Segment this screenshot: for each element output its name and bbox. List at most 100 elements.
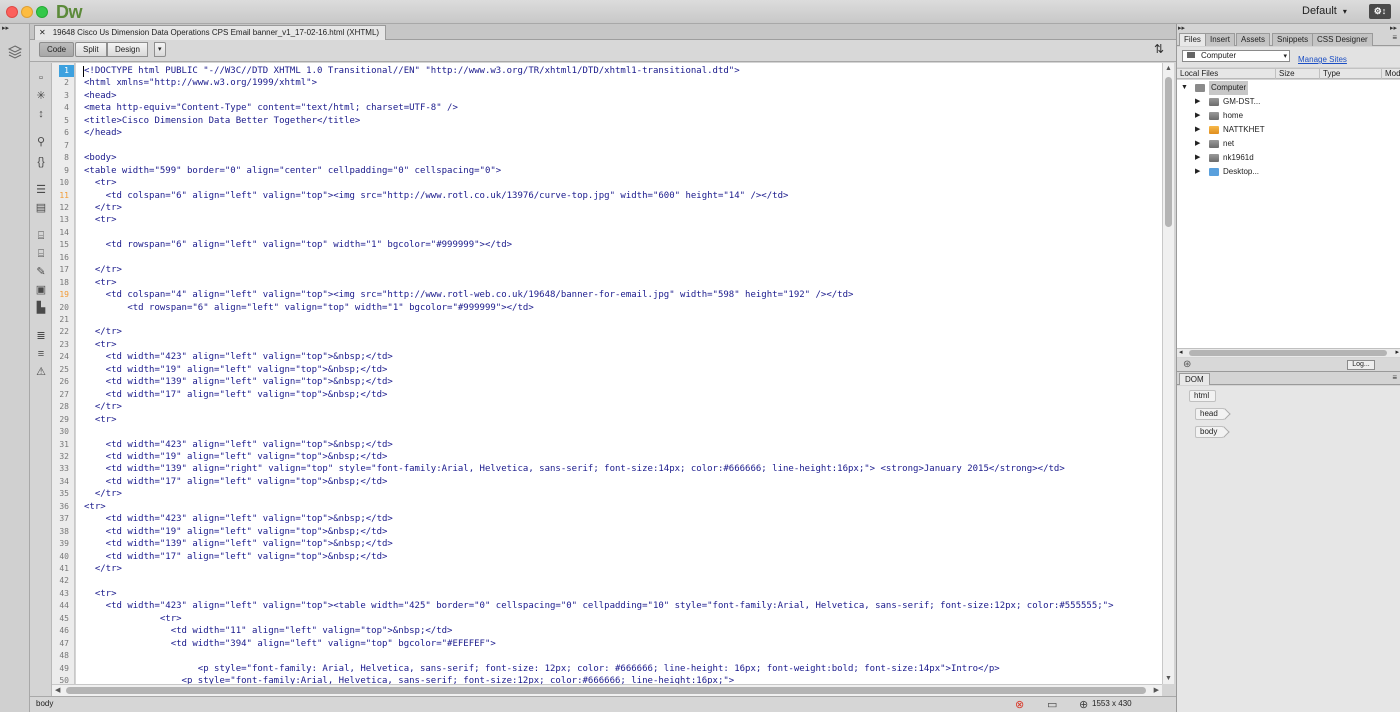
- indent-code-icon[interactable]: ≣: [34, 329, 48, 343]
- column-header[interactable]: Size: [1275, 69, 1295, 79]
- column-header[interactable]: Local Files: [1177, 69, 1218, 79]
- scroll-thumb[interactable]: [66, 687, 1146, 694]
- line-number: 29: [59, 414, 69, 424]
- code-view-button[interactable]: Code: [39, 42, 75, 57]
- scroll-thumb[interactable]: [1189, 350, 1387, 356]
- scroll-right-icon[interactable]: ▸: [1395, 348, 1399, 356]
- file-tree-item[interactable]: ▶ home: [1177, 109, 1400, 123]
- split-view-button[interactable]: Split: [75, 42, 107, 57]
- format-source-icon[interactable]: ⚠: [34, 365, 48, 379]
- close-tab-icon[interactable]: ✕: [39, 28, 46, 37]
- tab-assets[interactable]: Assets: [1236, 33, 1271, 46]
- insert-panel-icon[interactable]: [7, 44, 23, 60]
- disclosure-closed-icon[interactable]: ▶: [1195, 95, 1200, 109]
- move-css-icon[interactable]: ▙: [34, 301, 48, 315]
- collapse-tag-icon[interactable]: ✳: [34, 89, 48, 103]
- file-tree-item[interactable]: ▶ GM-DST...: [1177, 95, 1400, 109]
- line-number: 12: [59, 202, 69, 212]
- files-horizontal-scrollbar[interactable]: ◂ ▸: [1177, 348, 1400, 357]
- select-parent-tag-icon[interactable]: ⚲: [34, 135, 48, 149]
- line-number: 35: [59, 489, 69, 499]
- dom-node-head[interactable]: head: [1195, 408, 1231, 420]
- zoom-window-button[interactable]: [36, 6, 48, 18]
- dom-panel-menu-icon[interactable]: ≡: [1392, 373, 1397, 382]
- log-button[interactable]: Log...: [1347, 360, 1375, 370]
- tab-dom[interactable]: DOM: [1179, 373, 1210, 385]
- file-tree-item[interactable]: ▶ nk1961d: [1177, 151, 1400, 165]
- minimize-window-button[interactable]: [21, 6, 33, 18]
- code-line: <tr>: [84, 613, 182, 624]
- dom-node-html[interactable]: html: [1189, 390, 1217, 402]
- line-number: 38: [59, 526, 69, 536]
- scroll-left-icon[interactable]: ◂: [1179, 348, 1183, 356]
- disclosure-closed-icon[interactable]: ▶: [1195, 165, 1200, 179]
- scroll-up-icon[interactable]: ▲: [1165, 65, 1172, 72]
- outdent-code-icon[interactable]: ≡: [34, 347, 48, 361]
- document-tab[interactable]: ✕ 19648 Cisco Us Dimension Data Operation…: [34, 25, 387, 40]
- tab-css-designer[interactable]: CSS Designer: [1312, 33, 1373, 46]
- files-tree[interactable]: ▼ Computer ▶ GM-DST... ▶ home ▶ NATTKHET ▶ net ▶ nk…: [1177, 80, 1400, 348]
- sync-settings-icon[interactable]: ⚙↕: [1369, 4, 1391, 19]
- scroll-down-icon[interactable]: ▼: [1165, 675, 1172, 682]
- file-tree-item[interactable]: ▶ NATTKHET: [1177, 123, 1400, 137]
- disclosure-closed-icon[interactable]: ▶: [1195, 137, 1200, 151]
- balance-braces-icon[interactable]: {}: [34, 155, 48, 169]
- code-editor[interactable]: <!DOCTYPE html PUBLIC "-//W3C//DTD XHTML…: [76, 63, 1162, 684]
- collapse-panel-icon[interactable]: ▸▸: [1178, 24, 1185, 32]
- panel-menu-icon[interactable]: ≡: [1392, 33, 1397, 42]
- connect-icon[interactable]: ⊛: [1183, 359, 1191, 370]
- scroll-right-icon[interactable]: ▶: [1154, 686, 1159, 694]
- file-management-icon[interactable]: ⇅: [1154, 42, 1164, 56]
- window-size-readout[interactable]: 1553 x 430: [1092, 699, 1132, 708]
- scroll-thumb[interactable]: [1165, 77, 1172, 227]
- dom-node-body[interactable]: body: [1195, 426, 1231, 438]
- line-number: 8: [64, 153, 69, 163]
- collapse-to-icons-icon[interactable]: ▸▸: [1390, 24, 1397, 32]
- design-dropdown-button[interactable]: ▾: [154, 42, 166, 57]
- tab-files[interactable]: Files: [1179, 33, 1206, 46]
- code-vertical-scrollbar[interactable]: ▲ ▼: [1162, 63, 1174, 684]
- close-window-button[interactable]: [6, 6, 18, 18]
- manage-sites-link[interactable]: Manage Sites: [1298, 55, 1347, 64]
- expand-panel-icon[interactable]: ▸▸: [2, 24, 9, 32]
- code-line: <tr>: [84, 501, 106, 512]
- file-tree-item[interactable]: ▶ Desktop...: [1177, 165, 1400, 179]
- line-number: 7: [64, 140, 69, 150]
- code-line: <title>Cisco Dimension Data Better Toget…: [84, 115, 361, 126]
- globe-icon[interactable]: ⊕: [1079, 698, 1088, 711]
- expand-all-icon[interactable]: ↕: [34, 107, 48, 121]
- file-tree-item[interactable]: ▶ net: [1177, 137, 1400, 151]
- code-horizontal-scrollbar[interactable]: ◀ ▶: [52, 684, 1162, 696]
- recent-snippets-icon[interactable]: ▣: [34, 283, 48, 297]
- apply-comment-icon[interactable]: ⌸: [34, 229, 48, 243]
- open-documents-icon[interactable]: ▫: [34, 71, 48, 85]
- line-numbers-icon[interactable]: ☰: [34, 183, 48, 197]
- scroll-left-icon[interactable]: ◀: [55, 686, 60, 694]
- window-size-icon[interactable]: ▭: [1047, 698, 1057, 711]
- tag-selector[interactable]: body: [36, 699, 53, 708]
- remove-comment-icon[interactable]: ⌸: [34, 247, 48, 261]
- disclosure-closed-icon[interactable]: ▶: [1195, 109, 1200, 123]
- dom-panel-tabs: DOM: [1177, 373, 1400, 385]
- error-icon[interactable]: ⊗: [1015, 698, 1024, 711]
- highlight-invalid-icon[interactable]: ▤: [34, 201, 48, 215]
- workspace-switcher[interactable]: Default ▾: [1302, 5, 1347, 17]
- disclosure-closed-icon[interactable]: ▶: [1195, 151, 1200, 165]
- code-line: <td width="139" align="left" valign="top…: [84, 539, 393, 550]
- file-tree-item[interactable]: ▼ Computer: [1177, 81, 1400, 95]
- code-line: </tr>: [84, 265, 122, 276]
- column-header[interactable]: Mod: [1381, 69, 1400, 79]
- tab-snippets[interactable]: Snippets: [1272, 33, 1314, 46]
- code-line: <html xmlns="http://www.w3.org/1999/xhtm…: [84, 78, 317, 89]
- design-view-button[interactable]: Design: [107, 42, 148, 57]
- column-header[interactable]: Type: [1319, 69, 1340, 79]
- site-select[interactable]: Computer ▾: [1182, 50, 1290, 62]
- disclosure-closed-icon[interactable]: ▶: [1195, 123, 1200, 137]
- wrap-tag-icon[interactable]: ✎: [34, 265, 48, 279]
- line-number: 22: [59, 327, 69, 337]
- chevron-down-icon: ▾: [1342, 7, 1347, 16]
- tab-insert[interactable]: Insert: [1205, 33, 1236, 46]
- line-number: 47: [59, 638, 69, 648]
- disk-icon: [1209, 98, 1219, 106]
- disclosure-open-icon[interactable]: ▼: [1181, 81, 1188, 95]
